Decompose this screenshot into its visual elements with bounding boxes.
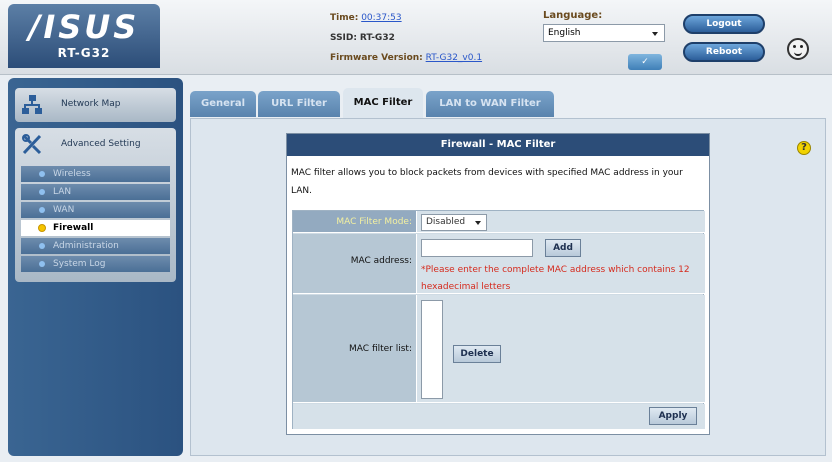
apply-button[interactable]: Apply — [649, 407, 697, 425]
sidebar-item-wireless[interactable]: Wireless — [21, 166, 170, 182]
mac-filter-mode-label: MAC Filter Mode: — [293, 211, 417, 232]
firmware-link[interactable]: RT-G32_v0.1 — [426, 53, 482, 63]
reboot-button[interactable]: Reboot — [683, 42, 765, 62]
bullet-icon — [39, 243, 45, 249]
sidebar-item-administration[interactable]: Administration — [21, 238, 170, 254]
brand-logo-wordmark: /ISUS — [28, 8, 140, 46]
sidebar-item-label: Advanced Setting — [61, 139, 141, 149]
brand-logo: /ISUS RT-G32 — [8, 4, 160, 68]
ssid-label: SSID: — [330, 33, 357, 43]
status-face-icon — [787, 38, 809, 60]
status-info: Time: 00:37:53 SSID: RT-G32 Firmware Ver… — [330, 8, 482, 68]
mac-filter-list-label: MAC filter list: — [293, 295, 417, 402]
add-button[interactable]: Add — [545, 239, 581, 257]
firmware-label: Firmware Version: — [330, 53, 423, 63]
sidebar-item-label: Firewall — [53, 223, 94, 233]
tab-lan-to-wan-filter[interactable]: LAN to WAN Filter — [426, 91, 554, 117]
sidebar: Network Map Advanced Setting Wireless LA… — [8, 78, 183, 456]
sidebar-item-label: WAN — [53, 205, 75, 215]
sidebar-item-wan[interactable]: WAN — [21, 202, 170, 218]
time-link[interactable]: 00:37:53 — [361, 13, 401, 23]
sidebar-item-label: LAN — [53, 187, 72, 197]
advanced-setting-group: Advanced Setting Wireless LAN WAN Firewa… — [15, 128, 176, 282]
bullet-icon — [39, 261, 45, 267]
panel-description: MAC filter allows you to block packets f… — [291, 168, 683, 196]
sidebar-item-lan[interactable]: LAN — [21, 184, 170, 200]
tab-mac-filter[interactable]: MAC Filter — [343, 88, 423, 118]
tab-url-filter[interactable]: URL Filter — [258, 91, 340, 117]
sidebar-item-system-log[interactable]: System Log — [21, 256, 170, 272]
mac-filter-mode-row: MAC Filter Mode: Disabled — [293, 211, 705, 233]
mac-address-input[interactable] — [421, 239, 533, 257]
mac-filter-form: MAC Filter Mode: Disabled MAC address: A… — [292, 210, 705, 429]
language-selector: Language: English ✓ — [543, 10, 665, 70]
help-icon[interactable]: ? — [797, 141, 811, 155]
mac-filter-listbox[interactable] — [421, 300, 443, 399]
mac-address-row: MAC address: Add *Please enter the compl… — [293, 234, 705, 294]
time-label: Time: — [330, 13, 359, 23]
bullet-icon — [39, 171, 45, 177]
panel-title: Firewall - MAC Filter — [287, 134, 709, 156]
sidebar-item-firewall[interactable]: Firewall — [21, 220, 170, 236]
mac-filter-mode-select[interactable]: Disabled — [421, 214, 487, 231]
sidebar-item-advanced-setting[interactable]: Advanced Setting — [15, 128, 176, 162]
main-content: ? Firewall - MAC Filter MAC filter allow… — [190, 118, 826, 456]
language-apply-button[interactable]: ✓ — [628, 54, 662, 70]
sidebar-item-label: Administration — [53, 241, 119, 251]
bullet-icon — [39, 207, 45, 213]
sidebar-item-label: Wireless — [53, 169, 91, 179]
network-map-icon — [22, 95, 42, 114]
sidebar-item-label: System Log — [53, 259, 106, 269]
model-name: RT-G32 — [57, 46, 111, 60]
header: /ISUS RT-G32 Time: 00:37:53 SSID: RT-G32… — [0, 0, 832, 75]
language-label: Language: — [543, 10, 603, 21]
apply-row: Apply — [293, 404, 705, 429]
language-select[interactable]: English — [543, 24, 665, 42]
mac-address-hint: *Please enter the complete MAC address w… — [421, 265, 690, 292]
mac-filter-list-row: MAC filter list: Delete — [293, 295, 705, 403]
sidebar-item-network-map[interactable]: Network Map — [15, 88, 176, 122]
tab-general[interactable]: General — [190, 91, 256, 117]
mac-filter-panel: Firewall - MAC Filter MAC filter allows … — [286, 133, 710, 435]
advanced-setting-icon — [22, 134, 42, 155]
ssid-value: RT-G32 — [359, 33, 395, 43]
sidebar-item-label: Network Map — [61, 99, 121, 109]
delete-button[interactable]: Delete — [453, 345, 501, 363]
bullet-icon — [39, 189, 45, 195]
logout-button[interactable]: Logout — [683, 14, 765, 34]
bullet-icon — [38, 224, 46, 232]
mac-address-label: MAC address: — [293, 234, 417, 293]
